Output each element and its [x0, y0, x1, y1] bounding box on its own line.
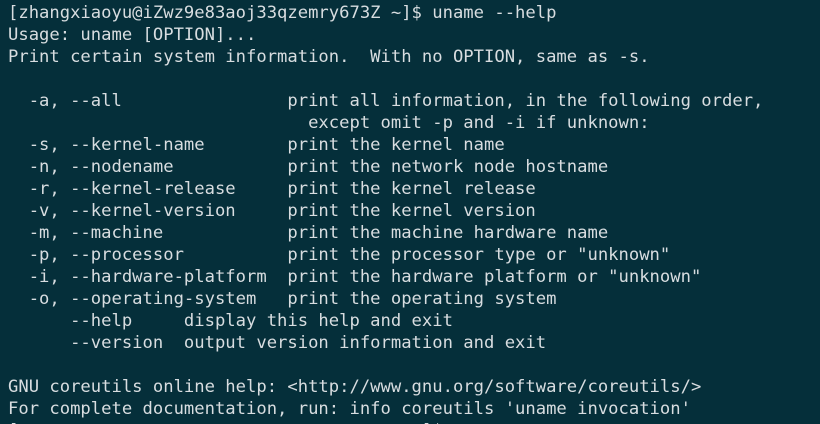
next-prompt-line[interactable]: [ ~]$ — [8, 420, 820, 424]
option-nodename: -n, --nodename print the network node ho… — [8, 157, 609, 177]
option-operating-system: -o, --operating-system print the operati… — [8, 289, 557, 309]
prompt-command-line: [zhangxiaoyu@iZwz9e83aoj33qzemry673Z ~]$… — [8, 3, 557, 23]
option-all: -a, --all print all information, in the … — [8, 91, 764, 111]
option-machine: -m, --machine print the machine hardware… — [8, 223, 609, 243]
option-all-continued: except omit -p and -i if unknown: — [8, 113, 650, 133]
option-help: --help display this help and exit — [8, 311, 453, 331]
option-version: --version output version information and… — [8, 333, 547, 353]
documentation-line: For complete documentation, run: info co… — [8, 399, 691, 419]
option-kernel-version: -v, --kernel-version print the kernel ve… — [8, 201, 536, 221]
description-line: Print certain system information. With n… — [8, 47, 650, 67]
option-kernel-name: -s, --kernel-name print the kernel name — [8, 135, 505, 155]
terminal-window[interactable]: [zhangxiaoyu@iZwz9e83aoj33qzemry673Z ~]$… — [0, 0, 820, 424]
usage-line: Usage: uname [OPTION]... — [8, 25, 257, 45]
option-kernel-release: -r, --kernel-release print the kernel re… — [8, 179, 536, 199]
option-hardware-platform: -i, --hardware-platform print the hardwa… — [8, 267, 702, 287]
option-processor: -p, --processor print the processor type… — [8, 245, 671, 265]
online-help-line: GNU coreutils online help: <http://www.g… — [8, 377, 702, 397]
